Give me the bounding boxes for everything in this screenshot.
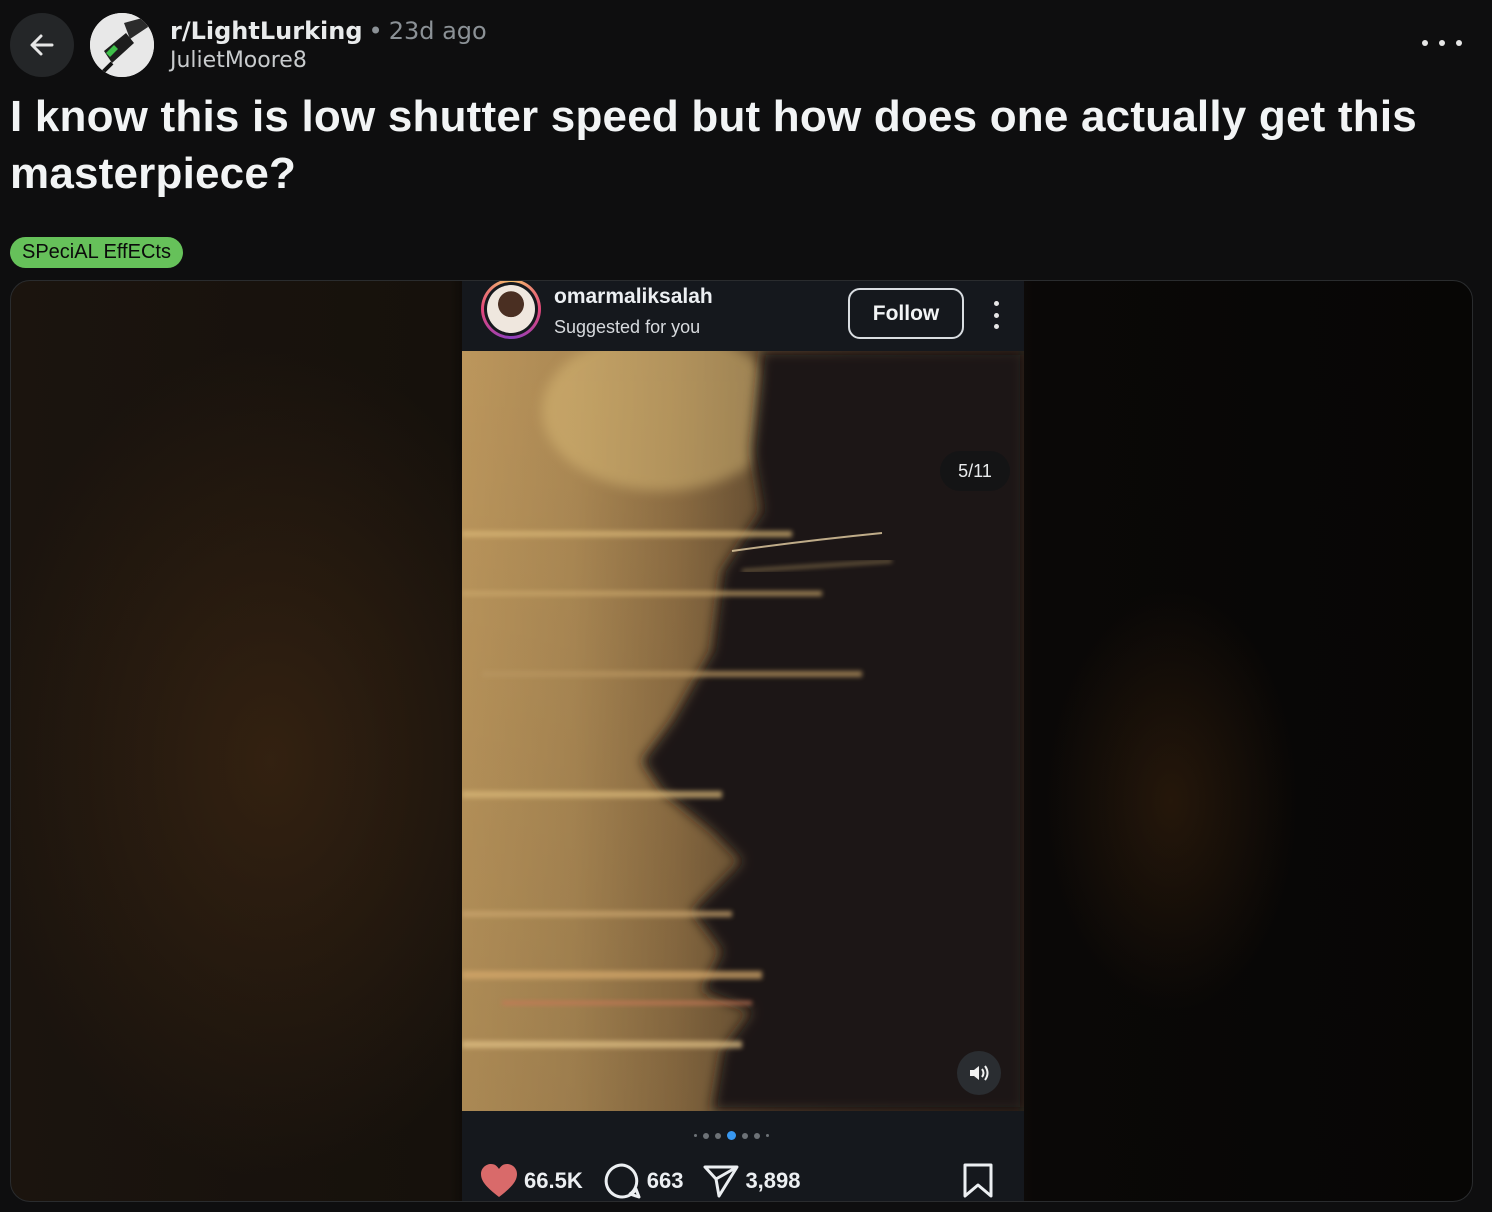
ig-username: omarmaliksalah xyxy=(554,285,713,308)
instagram-screenshot: omarmaliksalah Suggested for you Follow xyxy=(462,281,1024,1201)
carousel-dot xyxy=(694,1134,697,1137)
carousel-dot xyxy=(703,1132,709,1139)
ig-action-bar: 66.5K 663 3,898 xyxy=(462,1111,1024,1201)
ig-carousel-counter: 5/11 xyxy=(940,451,1010,491)
more-options-button[interactable] xyxy=(1422,28,1462,58)
carousel-dot xyxy=(766,1134,769,1137)
post-meta: r/LightLurking • 23d ago JulietMoore8 xyxy=(170,16,487,73)
speaker-icon xyxy=(970,1065,989,1081)
subreddit-name[interactable]: r/LightLurking xyxy=(170,17,363,45)
carousel-dot xyxy=(727,1131,736,1140)
post-header: r/LightLurking • 23d ago JulietMoore8 xyxy=(0,0,1492,90)
post-author[interactable]: JulietMoore8 xyxy=(170,48,487,73)
back-button[interactable] xyxy=(10,13,74,77)
ellipsis-dot xyxy=(1439,40,1445,46)
ig-actions: 66.5K 663 3,898 xyxy=(480,1161,821,1201)
ig-post-header: omarmaliksalah Suggested for you Follow xyxy=(462,281,1024,351)
ig-suggested-label: Suggested for you xyxy=(554,317,701,337)
ig-avatar xyxy=(481,281,541,339)
carousel-dot xyxy=(754,1132,760,1139)
ig-share-count: 3,898 xyxy=(745,1168,801,1193)
bookmark-icon xyxy=(963,1163,993,1198)
ellipsis-icon xyxy=(1422,40,1428,46)
ig-follow-button: Follow xyxy=(848,288,964,339)
carousel-dot xyxy=(715,1132,721,1139)
carousel-dot xyxy=(742,1132,748,1139)
post-flair[interactable]: SPeciAL EffECts xyxy=(10,237,183,268)
ig-share: 3,898 xyxy=(703,1164,801,1198)
ig-photo: 5/11 xyxy=(462,351,1024,1111)
meta-separator: • xyxy=(368,17,383,45)
ig-sound-button xyxy=(957,1051,1001,1095)
post-title: I know this is low shutter speed but how… xyxy=(10,92,1417,198)
ig-more-icon xyxy=(992,301,1000,329)
subreddit-avatar[interactable] xyxy=(90,13,154,77)
comment-icon xyxy=(604,1163,641,1199)
ig-like-count: 66.5K xyxy=(524,1168,583,1193)
ellipsis-dot xyxy=(1456,40,1462,46)
send-icon xyxy=(703,1165,739,1198)
ig-like: 66.5K xyxy=(480,1164,583,1198)
ig-comment-count: 663 xyxy=(646,1168,684,1193)
post-time: 23d ago xyxy=(388,17,487,45)
arrow-left-icon xyxy=(30,34,54,56)
ig-avatar-image xyxy=(487,285,535,333)
camera-flash-icon xyxy=(90,13,154,77)
ig-carousel-dots xyxy=(694,1131,769,1140)
heart-icon xyxy=(481,1164,517,1197)
ig-comment: 663 xyxy=(603,1162,684,1200)
post-media[interactable]: omarmaliksalah Suggested for you Follow xyxy=(10,280,1473,1202)
ig-bookmark xyxy=(962,1163,994,1201)
